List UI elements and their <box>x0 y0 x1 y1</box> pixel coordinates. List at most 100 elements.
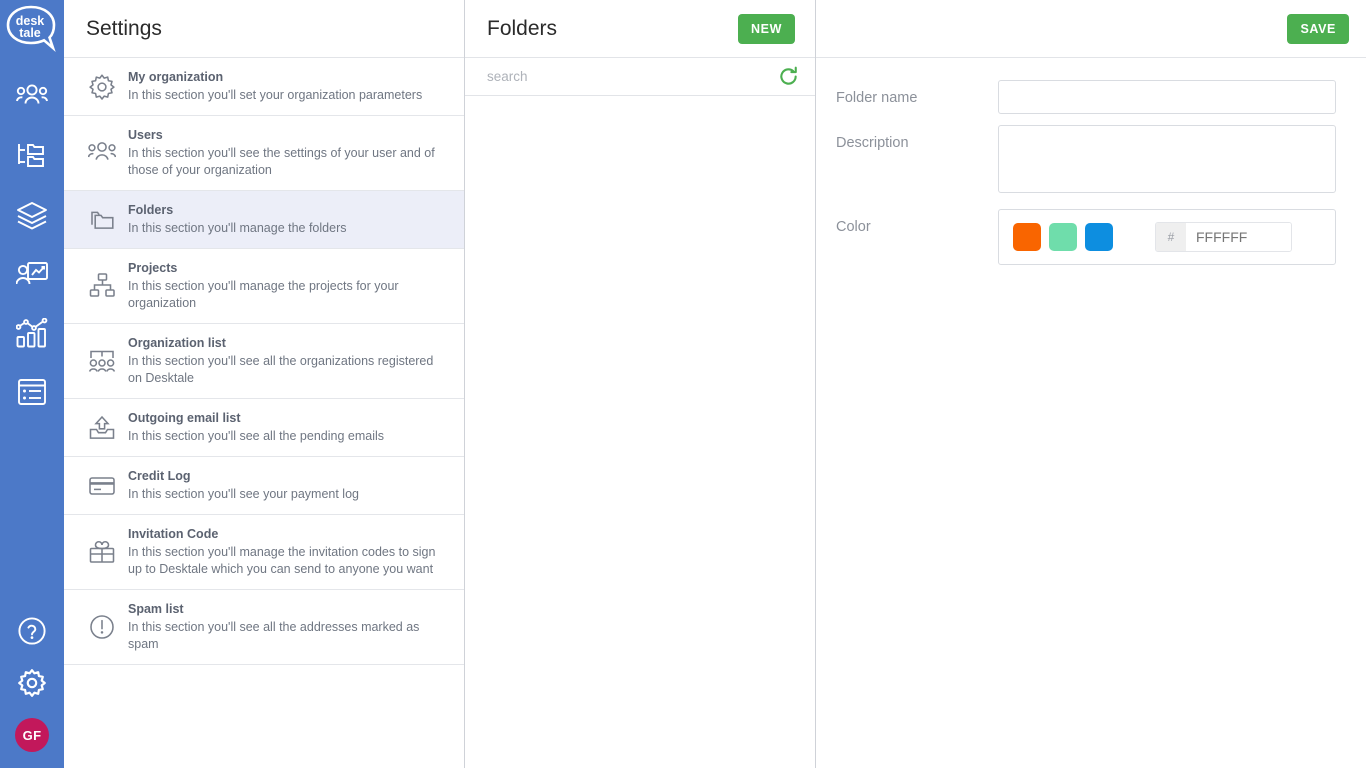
refresh-icon <box>780 66 797 85</box>
settings-item-text: Outgoing email list In this section you'l… <box>128 410 450 445</box>
analytics-icon <box>16 318 48 348</box>
nav-list[interactable] <box>15 375 49 409</box>
nav-help[interactable] <box>15 614 49 648</box>
folders-icon <box>76 206 128 234</box>
settings-item-title: Credit Log <box>128 469 191 483</box>
color-swatch-1[interactable] <box>1049 223 1077 251</box>
color-row: Color # <box>836 209 1336 265</box>
folder-name-input[interactable] <box>998 80 1336 114</box>
campaign-icon <box>16 262 48 285</box>
settings-item-text: Projects In this section you'll manage th… <box>128 260 450 312</box>
outbox-icon <box>76 414 128 442</box>
settings-item-spam-list[interactable]: Spam list In this section you'll see all … <box>64 590 464 665</box>
list-icon <box>18 379 46 405</box>
nav-campaigns[interactable] <box>15 257 49 291</box>
settings-item-text: Organization list In this section you'll … <box>128 335 450 387</box>
settings-item-title: Folders <box>128 203 174 217</box>
settings-item-credit-log[interactable]: Credit Log In this section you'll see you… <box>64 457 464 515</box>
color-picker: # <box>998 209 1336 265</box>
settings-list: My organization In this section you'll se… <box>64 58 464 768</box>
color-swatches <box>1013 223 1113 251</box>
settings-item-text: Users In this section you'll see the sett… <box>128 127 450 179</box>
settings-item-description: In this section you'll manage the invita… <box>128 545 436 576</box>
detail-header: SAVE <box>816 0 1366 58</box>
folder-detail-panel: SAVE Folder name Description Color # FFF… <box>816 0 1366 768</box>
settings-item-description: In this section you'll see the settings … <box>128 146 435 177</box>
nav-settings[interactable] <box>15 666 49 700</box>
credit-card-icon <box>76 472 128 500</box>
folders-search-bar <box>465 58 815 96</box>
settings-item-description: In this section you'll set your organiza… <box>128 88 423 102</box>
folders-column: Folders NEW <box>465 0 816 768</box>
refresh-button[interactable] <box>776 66 801 87</box>
description-textarea[interactable] <box>998 125 1336 193</box>
settings-item-text: Credit Log In this section you'll see you… <box>128 468 450 503</box>
settings-item-outgoing-email-list[interactable]: Outgoing email list In this section you'l… <box>64 399 464 457</box>
settings-item-title: Projects <box>128 261 178 275</box>
nav-analytics[interactable] <box>15 316 49 350</box>
description-label: Description <box>836 135 909 151</box>
nav-layers[interactable] <box>15 198 49 232</box>
save-button[interactable]: SAVE <box>1287 13 1349 44</box>
settings-item-organization-list[interactable]: Organization list In this section you'll … <box>64 324 464 399</box>
settings-item-text: Spam list In this section you'll see all … <box>128 601 450 653</box>
organization-group-icon <box>76 347 128 375</box>
settings-column: Settings My organization In this section … <box>64 0 465 768</box>
hex-input-group: # <box>1155 222 1292 252</box>
color-swatch-0[interactable] <box>1013 223 1041 251</box>
settings-item-title: Invitation Code <box>128 527 219 541</box>
primary-nav-rail: desk tale GF <box>0 0 64 768</box>
color-swatch-2[interactable] <box>1085 223 1113 251</box>
help-icon <box>18 617 46 645</box>
settings-item-users[interactable]: Users In this section you'll see the sett… <box>64 116 464 191</box>
nav-folder-tree[interactable] <box>15 139 49 173</box>
settings-item-description: In this section you'll see all the organ… <box>128 354 434 385</box>
rail-bottom-group: GF <box>0 614 64 752</box>
color-label: Color <box>836 219 871 235</box>
page-title: Settings <box>86 16 162 40</box>
settings-item-projects[interactable]: Projects In this section you'll manage th… <box>64 249 464 324</box>
folders-list <box>465 96 815 768</box>
hex-input[interactable] <box>1186 223 1291 251</box>
contacts-icon <box>16 84 48 104</box>
folders-title: Folders <box>487 16 558 40</box>
settings-item-description: In this section you'll manage the projec… <box>128 279 399 310</box>
settings-item-description: In this section you'll see all the pendi… <box>128 429 385 443</box>
settings-item-invitation-code[interactable]: Invitation Code In this section you'll ma… <box>64 515 464 590</box>
folder-name-row: Folder name <box>836 80 1336 114</box>
gear-icon <box>76 73 128 101</box>
alert-circle-icon <box>76 613 128 641</box>
folders-header: Folders NEW <box>465 0 815 58</box>
settings-item-description: In this section you'll see your payment … <box>128 487 359 501</box>
settings-item-description: In this section you'll manage the folder… <box>128 221 347 235</box>
gift-icon <box>76 538 128 566</box>
new-folder-button[interactable]: NEW <box>738 13 795 44</box>
sitemap-icon <box>76 272 128 300</box>
settings-item-title: My organization <box>128 70 224 84</box>
settings-item-folders[interactable]: Folders In this section you'll manage the… <box>64 191 464 249</box>
settings-item-title: Spam list <box>128 602 184 616</box>
folder-form: Folder name Description Color # <box>816 58 1366 276</box>
app-root: desk tale GF Settings My organization In… <box>0 0 1366 768</box>
settings-item-title: Users <box>128 128 163 142</box>
settings-item-title: Outgoing email list <box>128 411 241 425</box>
settings-item-text: Folders In this section you'll manage the… <box>128 202 450 237</box>
nav-contacts[interactable] <box>15 80 49 114</box>
settings-item-title: Organization list <box>128 336 226 350</box>
rail-icon-group <box>15 80 49 409</box>
avatar[interactable]: GF <box>15 718 49 752</box>
settings-item-my-organization[interactable]: My organization In this section you'll se… <box>64 58 464 116</box>
users-icon <box>76 139 128 167</box>
settings-item-text: Invitation Code In this section you'll ma… <box>128 526 450 578</box>
folder-tree-icon <box>18 144 44 167</box>
folder-name-label: Folder name <box>836 90 918 106</box>
settings-item-description: In this section you'll see all the addre… <box>128 620 420 651</box>
search-input[interactable] <box>487 69 776 84</box>
layers-icon <box>17 202 47 230</box>
settings-header: Settings <box>64 0 464 58</box>
desktale-logo[interactable]: desk tale <box>4 2 60 58</box>
logo-line2: tale <box>19 26 41 40</box>
settings-item-text: My organization In this section you'll se… <box>128 69 450 104</box>
description-row: Description <box>836 125 1336 198</box>
hash-symbol: # <box>1156 223 1186 251</box>
